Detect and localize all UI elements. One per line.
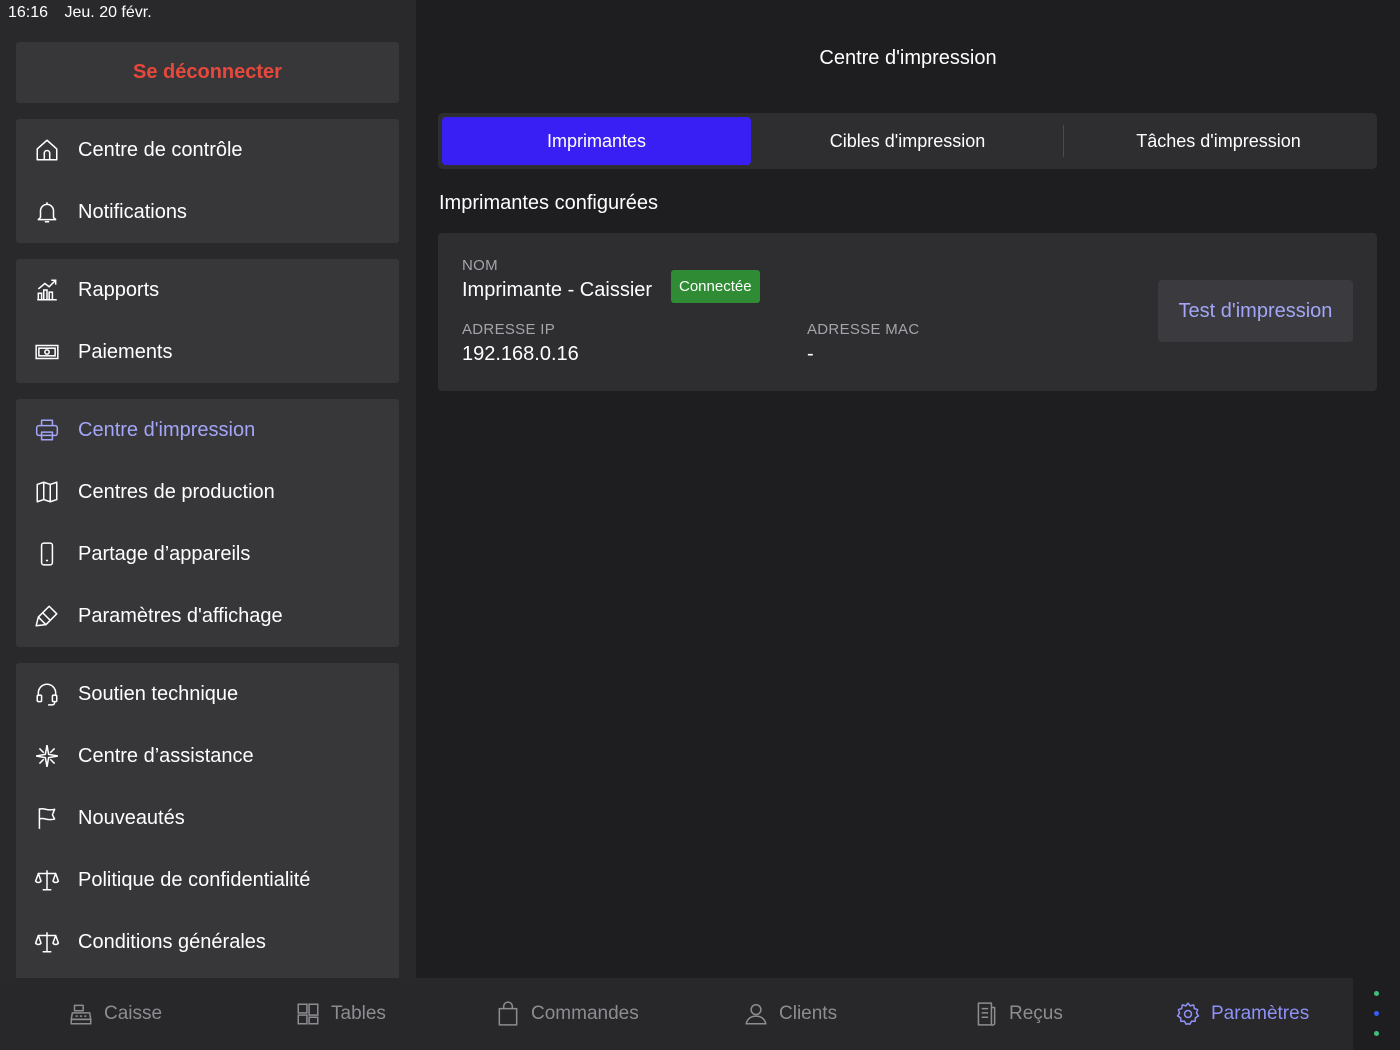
scale-icon [34,867,60,893]
sidebar-item-payments[interactable]: Paiements [16,321,399,383]
sidebar: 16:16 Jeu. 20 févr. Se déconnecter Centr… [0,0,416,978]
mac-label: ADRESSE MAC [807,321,920,338]
paint-icon [34,603,60,629]
main-content: Centre d'impression Imprimantes Cibles d… [416,0,1400,978]
sidebar-item-label: Nouveautés [78,806,185,829]
tab-settings[interactable]: Paramètres [1175,978,1309,1050]
bell-icon [34,199,60,225]
status-bar: 16:16 Jeu. 20 févr. [8,4,152,22]
gear-icon [1175,1001,1201,1027]
sidebar-item-terms[interactable]: Conditions générales [16,911,399,973]
sidebar-item-help-center[interactable]: Centre d’assistance [16,725,399,787]
flag-icon [34,805,60,831]
sidebar-item-label: Paramètres d'affichage [78,604,283,627]
logout-label: Se déconnecter [133,61,282,83]
sidebar-group-finance: Rapports Paiements [16,259,399,383]
tab-tables[interactable]: Tables [295,978,386,1050]
sidebar-item-label: Paiements [78,340,173,363]
sidebar-item-device-sharing[interactable]: Partage d’appareils [16,523,399,585]
tables-icon [295,1001,321,1027]
printer-icon [34,417,60,443]
logout-button[interactable]: Se déconnecter [16,42,399,103]
tab-printers[interactable]: Imprimantes [442,117,751,165]
sidebar-item-label: Notifications [78,200,187,223]
dot-indicator [1374,1011,1379,1016]
sidebar-item-label: Centres de production [78,480,275,503]
more-dots-handle[interactable] [1353,978,1400,1050]
tab-receipts[interactable]: Reçus [973,978,1063,1050]
tab-label: Clients [779,1003,838,1024]
sidebar-item-notifications[interactable]: Notifications [16,181,399,243]
sidebar-item-label: Politique de confidentialité [78,868,311,891]
sidebar-item-label: Centre d’assistance [78,744,254,767]
tab-register[interactable]: Caisse [68,978,162,1050]
dot-indicator [1374,991,1379,996]
status-badge: Connectée [671,270,760,303]
ip-label: ADRESSE IP [462,321,556,338]
sidebar-item-display-settings[interactable]: Paramètres d'affichage [16,585,399,647]
sidebar-item-label: Centre d'impression [78,418,256,441]
sidebar-group-help: Soutien technique Centre d’assistance No… [16,663,399,978]
test-print-button[interactable]: Test d'impression [1158,280,1353,342]
segmented-control: Imprimantes Cibles d'impression Tâches d… [438,113,1377,169]
home-icon [34,137,60,163]
tab-clients[interactable]: Clients [743,978,837,1050]
section-title: Imprimantes configurées [439,192,658,214]
receipt-icon [973,1001,999,1027]
sidebar-group-devices: Centre d'impression Centres de productio… [16,399,399,647]
tab-label: Paramètres [1211,1003,1310,1024]
sidebar-item-label: Rapports [78,278,160,301]
sidebar-item-label: Soutien technique [78,682,239,705]
cash-icon [34,339,60,365]
tab-orders[interactable]: Commandes [495,978,639,1050]
user-icon [743,1001,769,1027]
sidebar-item-production-centers[interactable]: Centres de production [16,461,399,523]
printer-name: Imprimante - Caissier [462,279,653,301]
name-label: NOM [462,257,498,274]
tab-label: Tables [331,1003,386,1024]
tab-label: Caisse [104,1003,163,1024]
sidebar-group-general: Centre de contrôle Notifications [16,119,399,243]
bottom-tab-bar: Caisse Tables Commandes Clients Reçus Pa… [0,978,1400,1050]
sidebar-item-reports[interactable]: Rapports [16,259,399,321]
phone-icon [34,541,60,567]
app-window: 16:16 Jeu. 20 févr. Se déconnecter Centr… [0,0,1400,1050]
sidebar-item-whats-new[interactable]: Nouveautés [16,787,399,849]
printer-card: NOM Imprimante - Caissier Connectée ADRE… [438,233,1377,391]
status-time: 16:16 [8,4,49,21]
scale-icon [34,929,60,955]
dot-indicator [1374,1031,1379,1036]
tab-print-targets[interactable]: Cibles d'impression [752,117,1063,165]
sidebar-item-label: Conditions générales [78,930,266,953]
map-icon [34,479,60,505]
register-icon [68,1001,94,1027]
ip-value: 192.168.0.16 [462,343,579,365]
sparkle-icon [34,743,60,769]
chart-icon [34,277,60,303]
sidebar-item-label: Partage d’appareils [78,542,251,565]
sidebar-item-print-center[interactable]: Centre d'impression [16,399,399,461]
sidebar-item-control-center[interactable]: Centre de contrôle [16,119,399,181]
tab-label: Commandes [531,1003,639,1024]
status-date: Jeu. 20 févr. [64,4,152,21]
sidebar-item-tech-support[interactable]: Soutien technique [16,663,399,725]
tab-print-jobs[interactable]: Tâches d'impression [1064,117,1373,165]
sidebar-item-label: Centre de contrôle [78,138,243,161]
sidebar-item-privacy-policy[interactable]: Politique de confidentialité [16,849,399,911]
mac-value: - [807,343,814,365]
tab-label: Reçus [1009,1003,1063,1024]
bag-icon [495,1001,521,1027]
page-title: Centre d'impression [819,47,997,69]
headset-icon [34,681,60,707]
